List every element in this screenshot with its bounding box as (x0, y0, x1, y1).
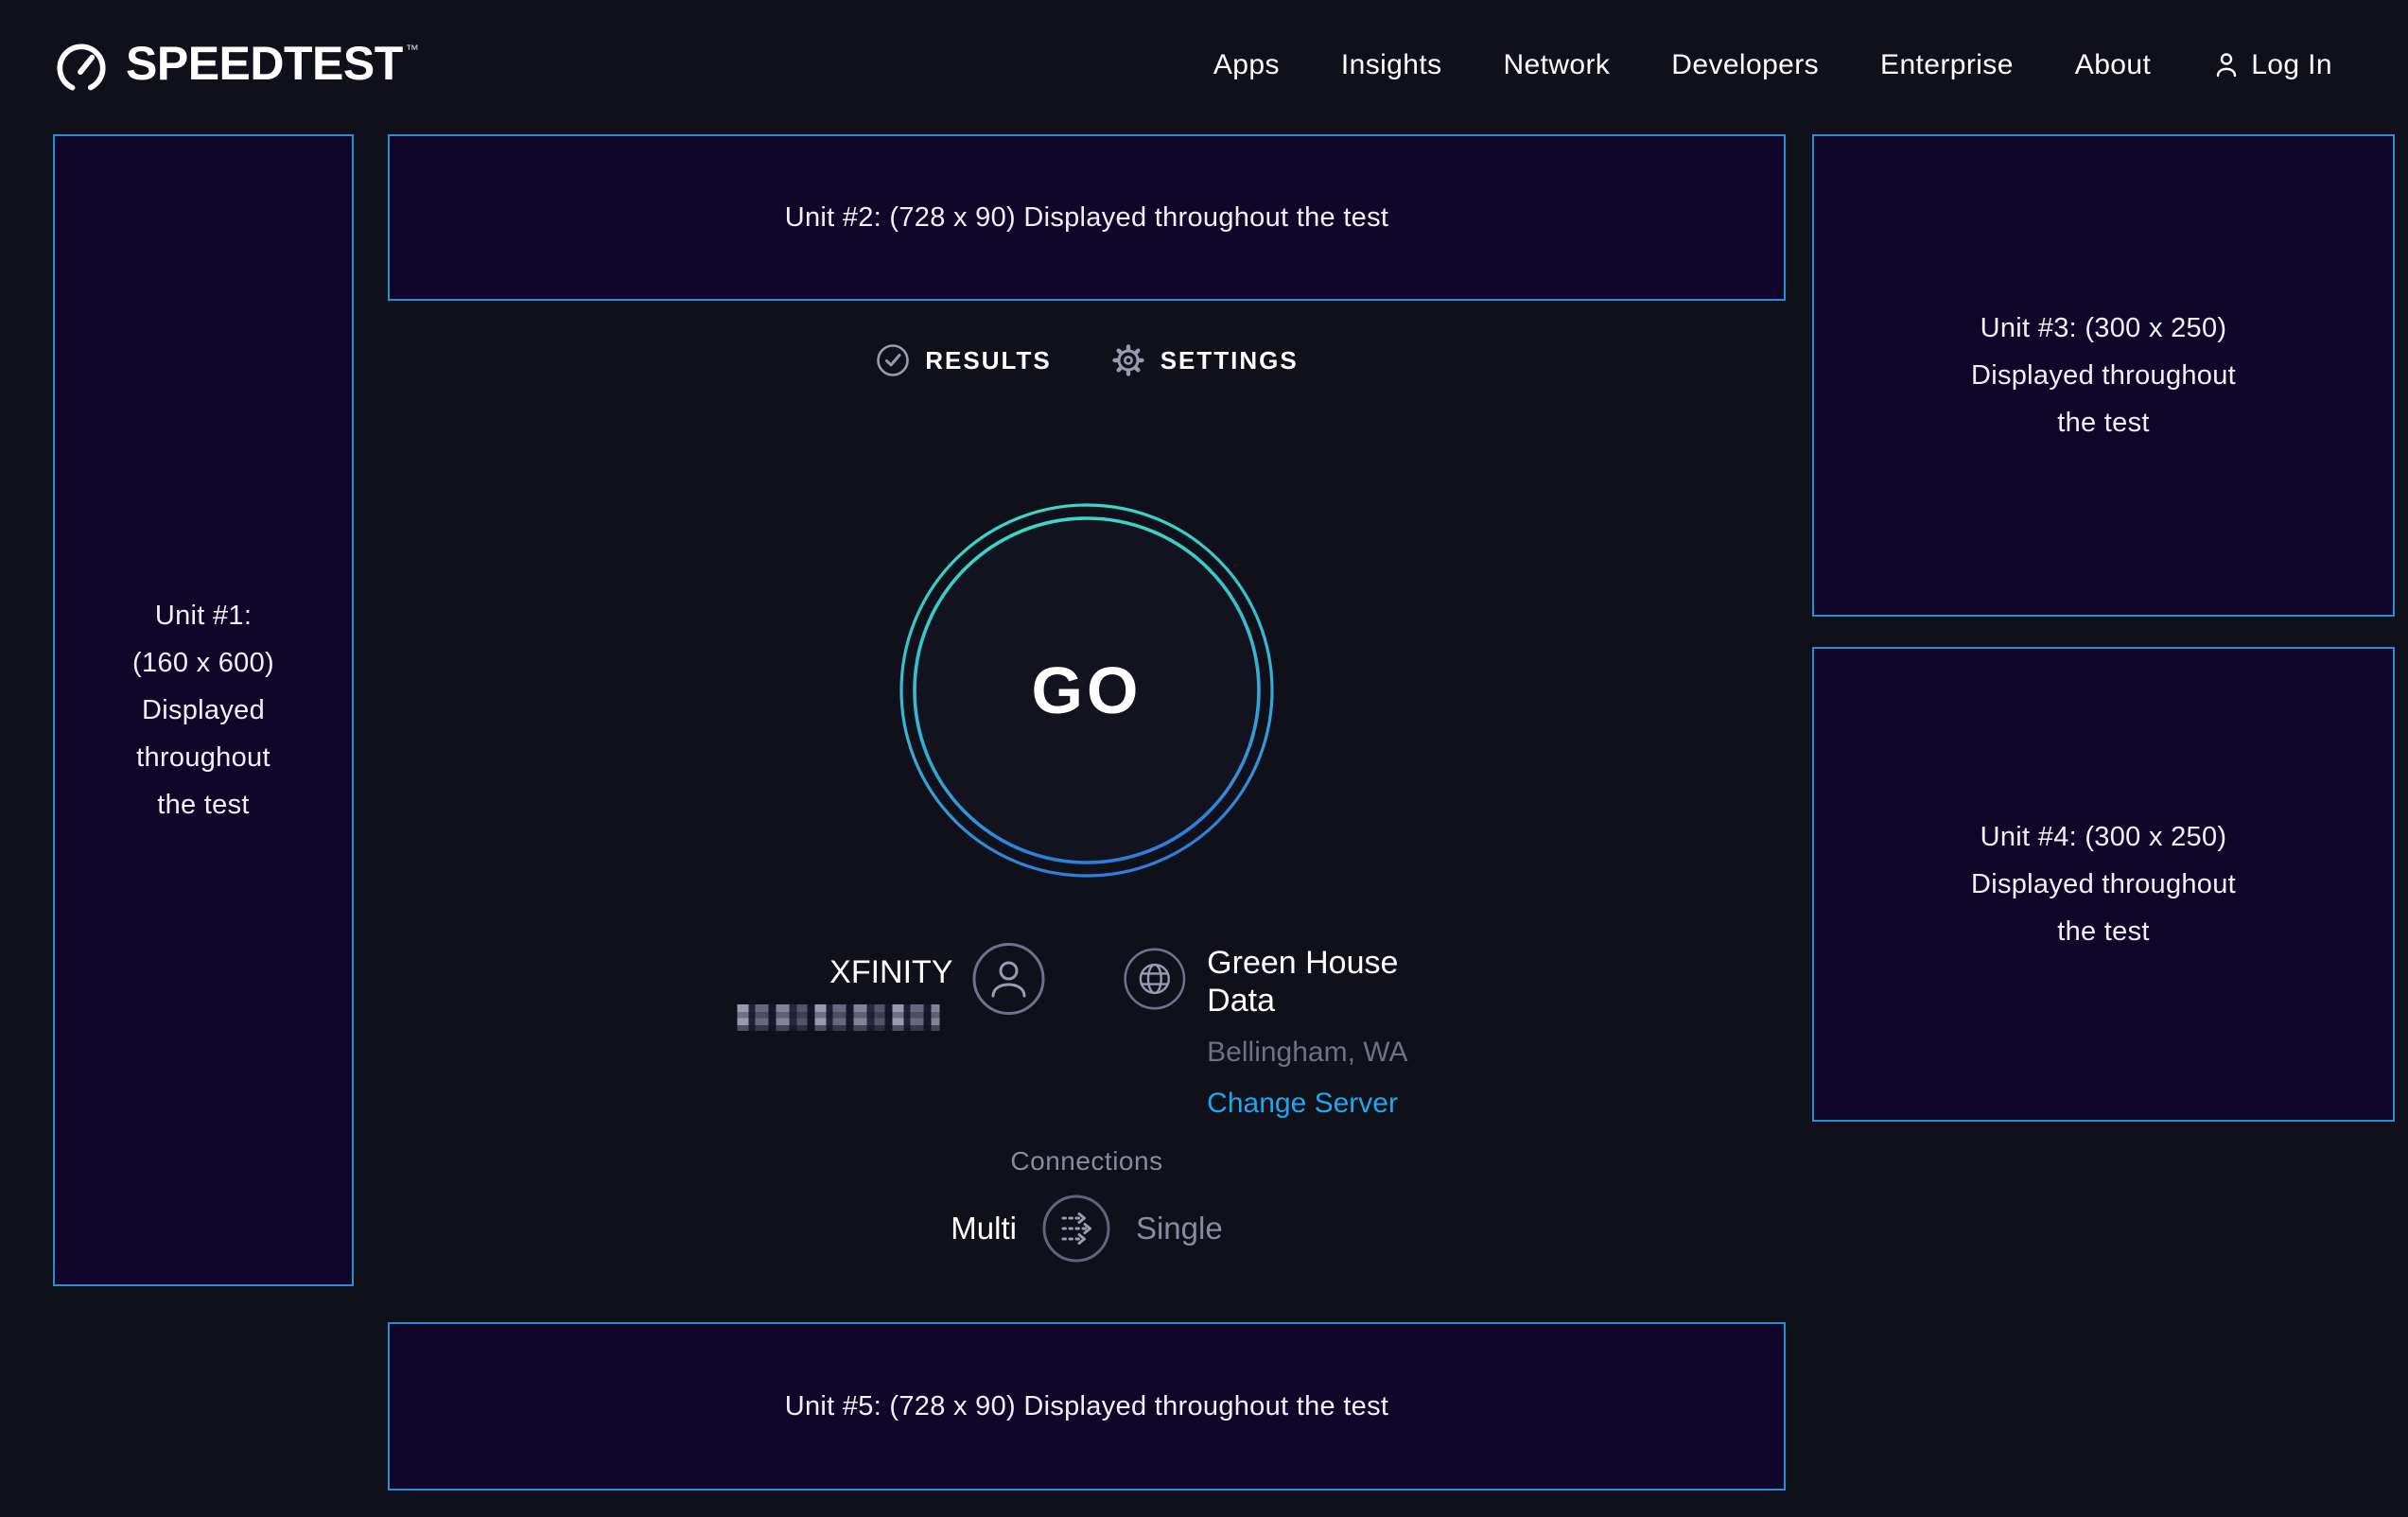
connections-toggle-row: Multi Single (388, 1194, 1786, 1264)
server-name: Green House Data (1207, 944, 1436, 1020)
view-tabs: RESULTS (388, 342, 1786, 378)
isp-block: XFINITY (738, 942, 1046, 1031)
go-button-label: GO (1032, 653, 1143, 728)
nav-item-enterprise[interactable]: Enterprise (1880, 49, 2014, 81)
connections-toggle-icon[interactable] (1041, 1194, 1111, 1264)
check-circle-icon (875, 342, 911, 378)
login-label: Log In (2251, 49, 2332, 81)
connection-info-row: XFINITY (738, 942, 1437, 1121)
tab-results-label: RESULTS (925, 346, 1051, 375)
speedtest-page: SPEEDTEST™ Apps Insights Network Develop… (0, 0, 2408, 1517)
ad-unit-3-text: Unit #3: (300 x 250) Displayed throughou… (1971, 305, 2236, 446)
tab-results[interactable]: RESULTS (875, 342, 1051, 378)
isp-name: XFINITY (829, 953, 952, 991)
ad-unit-4-text: Unit #4: (300 x 250) Displayed throughou… (1971, 813, 2236, 955)
ad-unit-1-text: Unit #1: (160 x 600) Displayed throughou… (132, 592, 274, 828)
gear-icon (1110, 342, 1146, 378)
redacted-ip-text (738, 1004, 940, 1031)
user-icon (2212, 51, 2241, 79)
server-block: Green House Data Bellingham, WA Change S… (1124, 942, 1437, 1121)
speedtest-logo[interactable]: SPEEDTEST™ (52, 34, 419, 96)
ad-unit-4-rectangle: Unit #4: (300 x 250) Displayed throughou… (1812, 647, 2395, 1122)
connections-label: Connections (388, 1146, 1786, 1177)
login-button[interactable]: Log In (2212, 49, 2332, 81)
server-location: Bellingham, WA (1207, 1036, 1407, 1070)
test-area: RESULTS (388, 0, 1786, 1517)
tab-settings[interactable]: SETTINGS (1110, 342, 1299, 378)
connections-single-option[interactable]: Single (1136, 1211, 1223, 1247)
gauge-logo-icon (52, 38, 111, 96)
tab-settings-label: SETTINGS (1160, 346, 1299, 375)
go-button[interactable]: GO (898, 501, 1276, 880)
change-server-link[interactable]: Change Server (1207, 1087, 1398, 1121)
ad-unit-1-skyscraper: Unit #1: (160 x 600) Displayed throughou… (53, 134, 354, 1286)
server-globe-icon[interactable] (1124, 942, 1187, 1016)
connections-multi-option[interactable]: Multi (951, 1211, 1017, 1247)
brand-name: SPEEDTEST (126, 37, 403, 90)
isp-user-icon[interactable] (972, 942, 1046, 1016)
nav-item-about[interactable]: About (2075, 49, 2151, 81)
ad-unit-3-rectangle: Unit #3: (300 x 250) Displayed throughou… (1812, 134, 2395, 617)
